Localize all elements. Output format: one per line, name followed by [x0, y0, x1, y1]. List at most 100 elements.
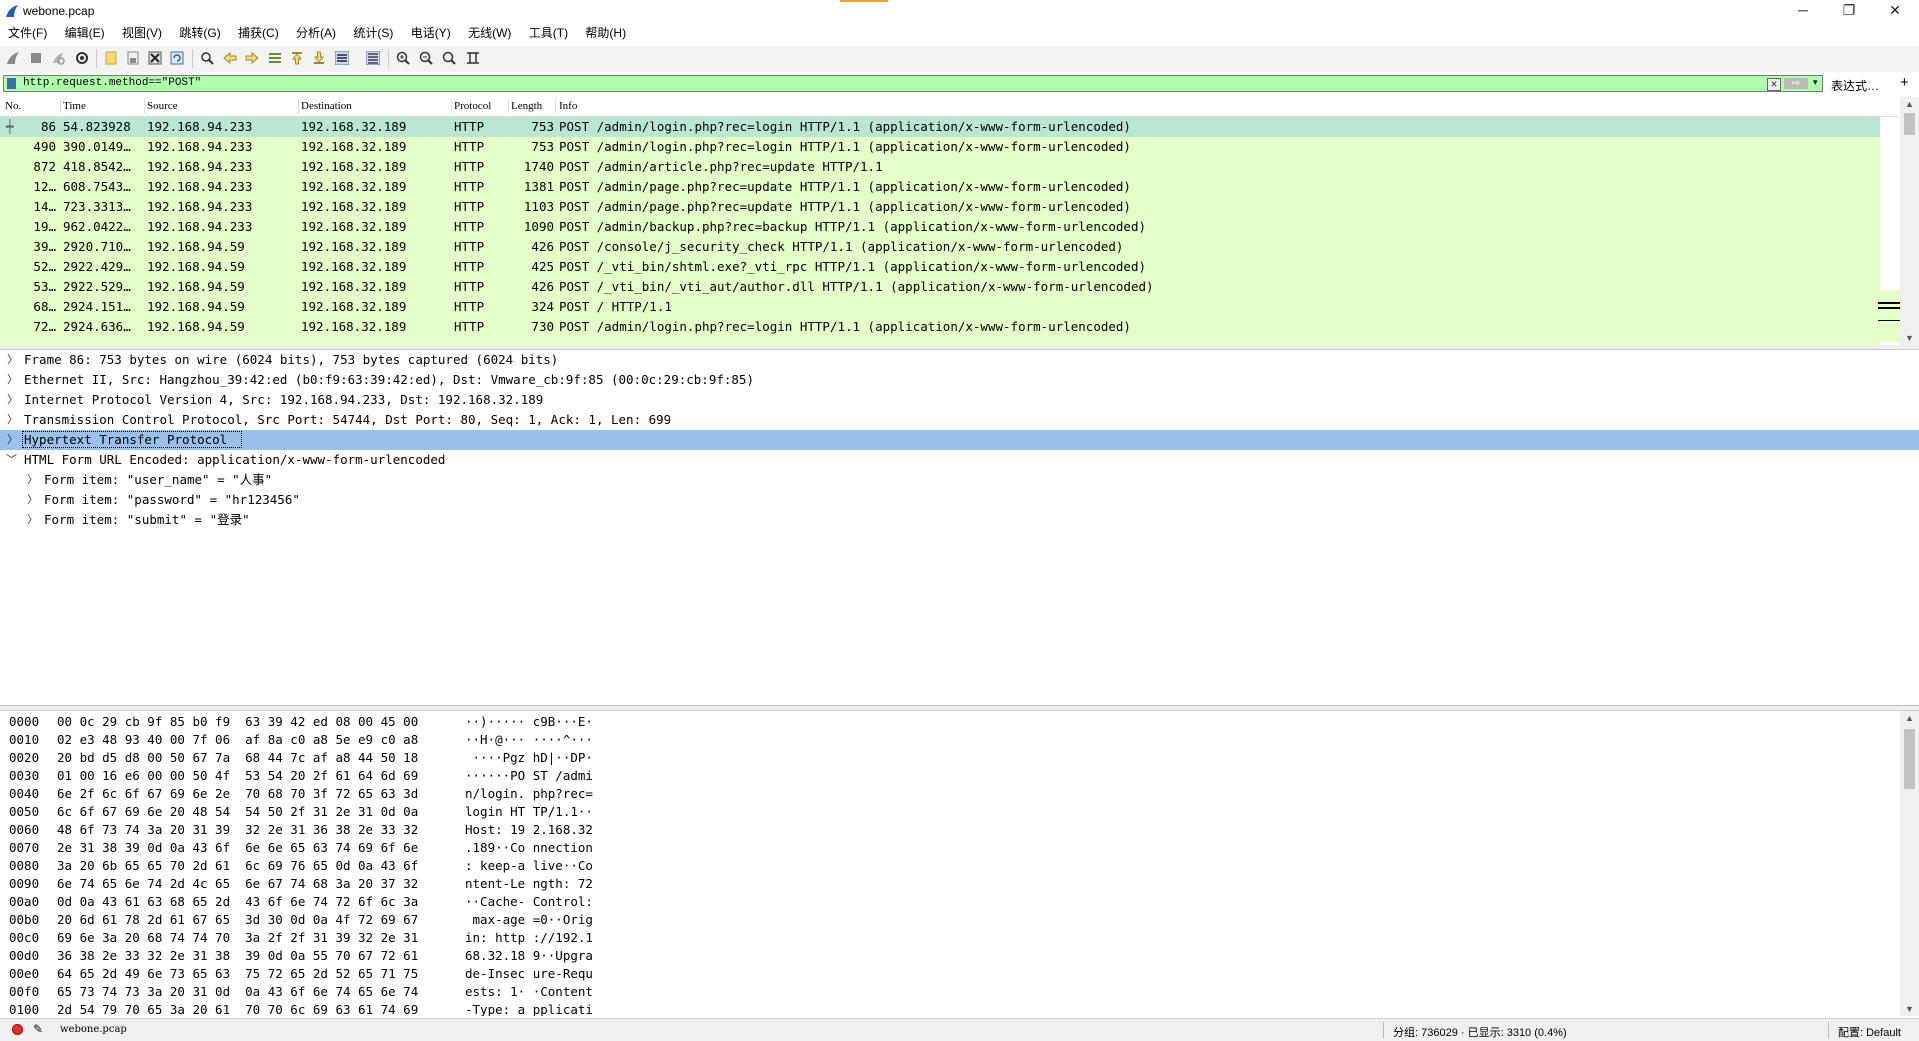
tree-item-http-selected[interactable]: 〉 Hypertext Transfer Protocol — [0, 430, 1919, 450]
bytes-hex[interactable]: 20 6d 61 78 2d 61 67 65 3d 30 0d 0a 4f 7… — [57, 911, 418, 929]
packet-row[interactable]: 872 418.8542… 192.168.94.233 192.168.32.… — [0, 157, 1880, 177]
column-header-source[interactable]: Source — [147, 100, 178, 112]
packet-row[interactable]: 53… 2922.529… 192.168.94.59 192.168.32.1… — [0, 277, 1880, 297]
packet-row[interactable]: 12… 608.7543… 192.168.94.233 192.168.32.… — [0, 177, 1880, 197]
capture-comment-icon[interactable]: ✎ — [33, 1022, 43, 1036]
bytes-ascii[interactable]: ··H·@··· ····^··· — [465, 731, 593, 749]
add-filter-button[interactable]: + — [1900, 74, 1909, 91]
filter-bookmark-icon[interactable] — [7, 78, 16, 89]
find-icon[interactable] — [200, 51, 214, 65]
bytes-ascii[interactable]: max-age =0··Orig — [465, 911, 593, 929]
clear-filter-icon[interactable]: ✕ — [1767, 78, 1781, 91]
bytes-hex[interactable]: 2e 31 38 39 0d 0a 43 6f 6e 6e 65 63 74 6… — [57, 839, 418, 857]
packet-list-scrollbar[interactable]: ▲ ▼ — [1900, 97, 1919, 345]
expand-arrow-icon[interactable]: 〉 — [27, 470, 38, 490]
filter-text[interactable]: http.request.method=="POST" — [23, 77, 201, 89]
close-file-icon[interactable] — [148, 51, 162, 65]
bytes-hex[interactable]: 02 e3 48 93 40 00 7f 06 af 8a c0 a8 5e e… — [57, 731, 418, 749]
scroll-down-icon[interactable]: ▼ — [1900, 1004, 1919, 1014]
column-header-length[interactable]: Length — [511, 100, 542, 112]
column-separator[interactable] — [60, 99, 61, 114]
scrollbar-thumb[interactable] — [1904, 729, 1915, 789]
filter-history-dropdown-icon[interactable]: ▾ — [1813, 77, 1818, 88]
bytes-ascii[interactable]: 68.32.18 9··Upgra — [465, 947, 593, 965]
bytes-hex[interactable]: 0d 0a 43 61 63 68 65 2d 43 6f 6e 74 72 6… — [57, 893, 418, 911]
expand-arrow-icon[interactable]: 〉 — [27, 490, 38, 510]
menu-capture[interactable]: 捕获(C) — [231, 22, 286, 44]
column-header-protocol[interactable]: Protocol — [454, 100, 491, 112]
last-packet-icon[interactable] — [312, 51, 326, 65]
status-profile[interactable]: 配置: Default — [1838, 1024, 1901, 1040]
column-header-info[interactable]: Info — [559, 100, 577, 112]
bytes-hex[interactable]: 65 73 74 73 3a 20 31 0d 0a 43 6f 6e 74 6… — [57, 983, 418, 1001]
scroll-up-icon[interactable]: ▲ — [1900, 99, 1919, 109]
tree-item-form-password[interactable]: 〉 Form item: "password" = "hr123456" — [0, 490, 1919, 510]
menu-edit[interactable]: 编辑(E) — [58, 22, 112, 44]
tree-item-ipv4[interactable]: 〉 Internet Protocol Version 4, Src: 192.… — [0, 390, 1919, 410]
menu-view[interactable]: 视图(V) — [115, 22, 169, 44]
bytes-hex[interactable]: 2d 54 79 70 65 3a 20 61 70 70 6c 69 63 6… — [57, 1001, 418, 1016]
column-separator[interactable] — [508, 99, 509, 114]
bytes-hex[interactable]: 69 6e 3a 20 68 74 74 70 3a 2f 2f 31 39 3… — [57, 929, 418, 947]
bytes-hex[interactable]: 20 bd d5 d8 00 50 67 7a 68 44 7c af a8 4… — [57, 749, 418, 767]
tree-item-tcp[interactable]: 〉 Transmission Control Protocol, Src Por… — [0, 410, 1919, 430]
stop-icon[interactable] — [29, 51, 43, 65]
zoom-out-icon[interactable] — [419, 51, 433, 65]
bytes-ascii[interactable]: de-Insec ure-Requ — [465, 965, 593, 983]
zoom-normal-icon[interactable] — [442, 51, 456, 65]
bytes-hex[interactable]: 36 38 2e 33 32 2e 31 38 39 0d 0a 55 70 6… — [57, 947, 418, 965]
packet-row[interactable]: 19… 962.0422… 192.168.94.233 192.168.32.… — [0, 217, 1880, 237]
display-filter-input[interactable]: http.request.method=="POST" ✕ ⇨ ▾ — [3, 75, 1823, 92]
bytes-ascii[interactable]: ests: 1· ·Content — [465, 983, 593, 1001]
bytes-ascii[interactable]: .189··Co nnection — [465, 839, 593, 857]
column-header-no[interactable]: No. — [5, 100, 21, 112]
expand-arrow-icon[interactable]: 〉 — [7, 390, 18, 410]
packet-row-selected[interactable]: ┿ 86 54.823928 192.168.94.233 192.168.32… — [0, 117, 1880, 137]
resize-columns-icon[interactable] — [466, 51, 480, 65]
expand-arrow-icon[interactable]: 〉 — [7, 350, 18, 370]
autoscroll-icon[interactable] — [335, 51, 349, 65]
menu-statistics[interactable]: 统计(S) — [346, 22, 400, 44]
expression-button[interactable]: 表达式… — [1831, 77, 1879, 94]
close-button[interactable]: ✕ — [1872, 0, 1918, 22]
expand-arrow-icon[interactable]: 〉 — [7, 410, 18, 430]
restore-button[interactable]: ❐ — [1826, 0, 1872, 22]
minimize-button[interactable]: ─ — [1780, 0, 1826, 22]
zoom-in-icon[interactable] — [396, 51, 410, 65]
expert-info-icon[interactable] — [12, 1024, 23, 1035]
scroll-down-icon[interactable]: ▼ — [1900, 333, 1919, 343]
packet-row[interactable]: 72… 2924.636… 192.168.94.59 192.168.32.1… — [0, 317, 1880, 337]
bytes-ascii[interactable]: Host: 19 2.168.32 — [465, 821, 593, 839]
column-separator[interactable] — [555, 99, 556, 114]
bytes-hex[interactable]: 6e 2f 6c 6f 67 69 6e 2e 70 68 70 3f 72 6… — [57, 785, 418, 803]
menu-help[interactable]: 帮助(H) — [578, 22, 633, 44]
menu-tools[interactable]: 工具(T) — [522, 22, 575, 44]
tree-item-frame[interactable]: 〉 Frame 86: 753 bytes on wire (6024 bits… — [0, 350, 1919, 370]
packet-bytes-pane[interactable]: 0000 00 0c 29 cb 9f 85 b0 f9 63 39 42 ed … — [0, 711, 1900, 1016]
options-icon[interactable] — [75, 51, 89, 65]
back-icon[interactable] — [223, 51, 237, 65]
expand-arrow-icon[interactable]: 〉 — [7, 370, 18, 390]
bytes-ascii[interactable]: -Type: a pplicati — [465, 1001, 593, 1016]
bytes-ascii[interactable]: ····Pgz hD|··DP· — [465, 749, 593, 767]
bytes-ascii[interactable]: ··Cache- Control: — [465, 893, 593, 911]
shark-start-icon[interactable] — [6, 51, 20, 65]
go-to-packet-icon[interactable] — [268, 51, 282, 65]
open-file-icon[interactable] — [104, 51, 118, 65]
forward-icon[interactable] — [245, 51, 259, 65]
column-separator[interactable] — [144, 99, 145, 114]
menu-telephony[interactable]: 电话(Y) — [404, 22, 458, 44]
bytes-ascii[interactable]: in: http ://192.1 — [465, 929, 593, 947]
packet-row[interactable]: 68… 2924.151… 192.168.94.59 192.168.32.1… — [0, 297, 1880, 317]
menu-go[interactable]: 跳转(G) — [172, 22, 227, 44]
bytes-hex[interactable]: 3a 20 6b 65 65 70 2d 61 6c 69 76 65 0d 0… — [57, 857, 418, 875]
bytes-ascii[interactable]: n/login. php?rec= — [465, 785, 593, 803]
bytes-ascii[interactable]: : keep-a live··Co — [465, 857, 593, 875]
bytes-hex[interactable]: 6c 6f 67 69 6e 20 48 54 54 50 2f 31 2e 3… — [57, 803, 418, 821]
bytes-ascii[interactable]: ······PO ST /admi — [465, 767, 593, 785]
reload-icon[interactable] — [170, 51, 184, 65]
bytes-ascii[interactable]: login HT TP/1.1·· — [465, 803, 593, 821]
menu-analyze[interactable]: 分析(A) — [289, 22, 343, 44]
expand-arrow-icon[interactable]: 〉 — [7, 430, 18, 450]
bytes-hex[interactable]: 6e 74 65 6e 74 2d 4c 65 6e 67 74 68 3a 2… — [57, 875, 418, 893]
